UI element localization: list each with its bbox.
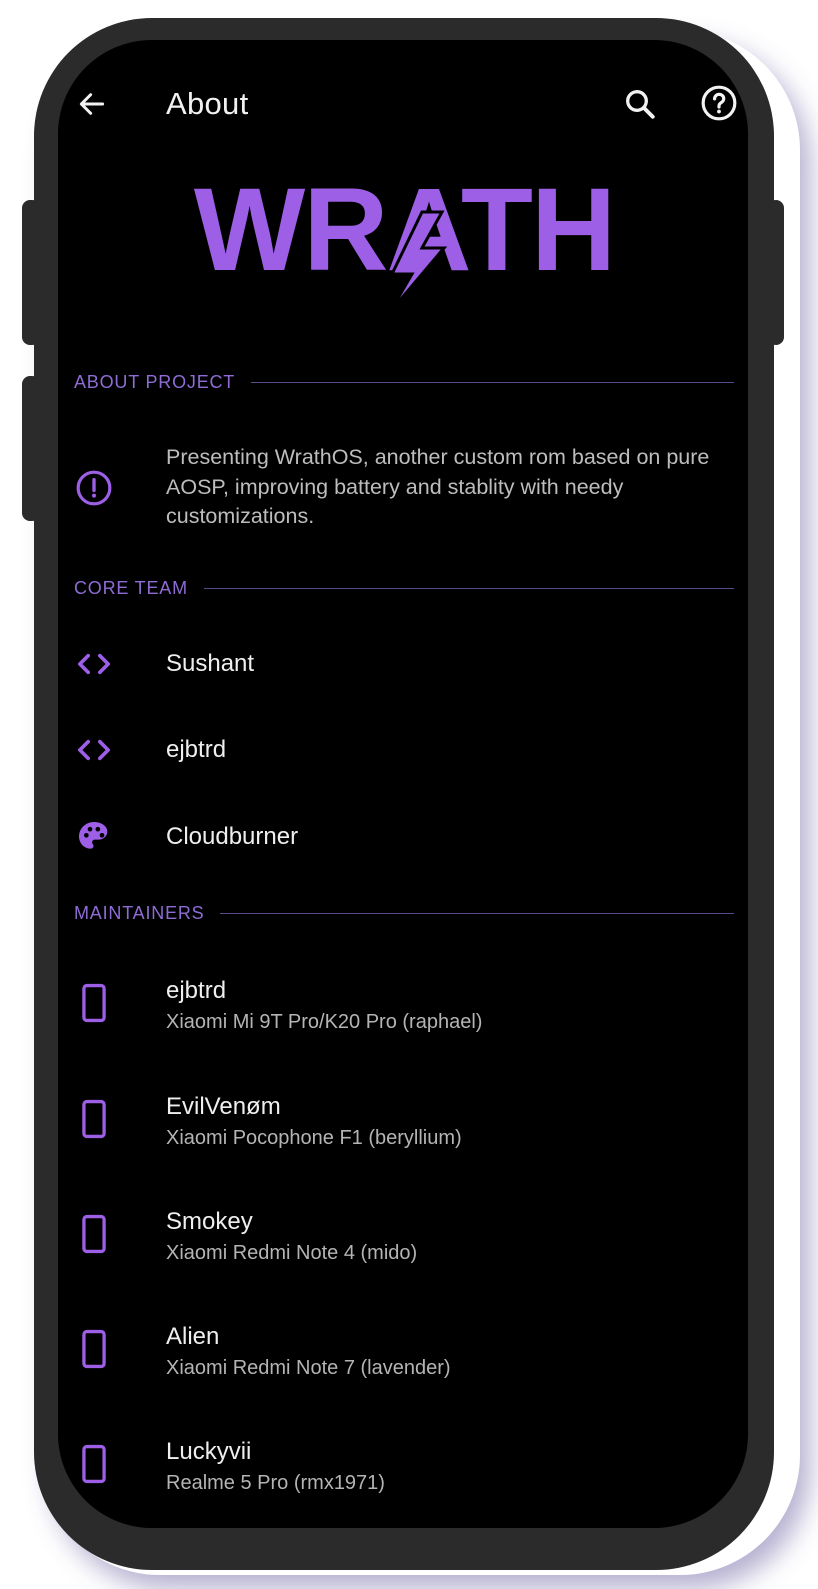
- core-team-item-cloudburner[interactable]: Cloudburner: [58, 813, 748, 863]
- maintainer-device: Xiaomi Mi 9T Pro/K20 Pro (raphael): [166, 1011, 483, 1033]
- section-divider: [251, 381, 734, 383]
- svg-text:WRATH: WRATH: [194, 178, 614, 296]
- maintainer-name: Alien: [166, 1323, 220, 1350]
- member-name: Cloudburner: [166, 823, 299, 850]
- smartphone-icon: [82, 1099, 106, 1139]
- maintainer-name: EvilVenøm: [166, 1093, 281, 1120]
- section-header: CORE TEAM: [74, 577, 188, 598]
- smartphone-icon: [82, 983, 106, 1023]
- page-title: About: [166, 86, 249, 121]
- about-description-item[interactable]: Presenting WrathOS, another custom rom b…: [58, 443, 748, 533]
- back-arrow-icon[interactable]: [76, 88, 108, 120]
- maintainer-item[interactable]: Luckyvii Realme 5 Pro (rmx1971): [58, 1436, 748, 1516]
- maintainer-item[interactable]: ejbtrd Xiaomi Mi 9T Pro/K20 Pro (raphael…: [58, 975, 748, 1055]
- section-divider: [220, 912, 734, 914]
- maintainer-name: ejbtrd: [166, 977, 227, 1004]
- about-description: Presenting WrathOS, another custom rom b…: [166, 445, 710, 528]
- section-maintainers: MAINTAINERS: [74, 901, 734, 925]
- maintainer-device: Realme 5 Pro (rmx1971): [166, 1472, 385, 1494]
- core-team-item-ejbtrd[interactable]: ejbtrd: [58, 726, 748, 776]
- screen: About WRATH ABOUT PROJECT Presenting Wra…: [58, 40, 748, 1528]
- smartphone-icon: [82, 1444, 106, 1484]
- info-circle-icon: [76, 470, 112, 506]
- help-icon[interactable]: [700, 84, 738, 122]
- maintainer-device: Xiaomi Pocophone F1 (beryllium): [166, 1127, 462, 1149]
- palette-icon: [79, 822, 108, 849]
- volume-button: [22, 200, 40, 345]
- maintainer-name: Smokey: [166, 1208, 253, 1235]
- section-core-team: CORE TEAM: [74, 576, 734, 600]
- app-bar: About: [58, 68, 748, 140]
- maintainer-device: Xiaomi Redmi Note 4 (mido): [166, 1242, 418, 1264]
- section-header: ABOUT PROJECT: [74, 371, 236, 392]
- code-icon: [78, 653, 110, 675]
- maintainer-device: Xiaomi Redmi Note 7 (lavender): [166, 1357, 451, 1379]
- member-name: ejbtrd: [166, 736, 227, 763]
- code-icon: [78, 739, 110, 761]
- section-divider: [203, 587, 734, 589]
- maintainer-item[interactable]: Alien Xiaomi Redmi Note 7 (lavender): [58, 1321, 748, 1401]
- smartphone-icon: [82, 1329, 106, 1369]
- maintainer-item[interactable]: Smokey Xiaomi Redmi Note 4 (mido): [58, 1206, 748, 1286]
- core-team-item-sushant[interactable]: Sushant: [58, 640, 748, 690]
- side-button: [768, 200, 784, 345]
- maintainer-item[interactable]: EvilVenøm Xiaomi Pocophone F1 (beryllium…: [58, 1091, 748, 1171]
- maintainer-name: Luckyvii: [166, 1438, 252, 1465]
- section-about-project: ABOUT PROJECT: [74, 370, 734, 394]
- member-name: Sushant: [166, 650, 255, 677]
- smartphone-icon: [82, 1214, 106, 1254]
- section-header: MAINTAINERS: [74, 902, 205, 923]
- power-button: [22, 376, 40, 521]
- search-icon[interactable]: [622, 86, 658, 122]
- wrath-logo: WRATH: [194, 178, 616, 313]
